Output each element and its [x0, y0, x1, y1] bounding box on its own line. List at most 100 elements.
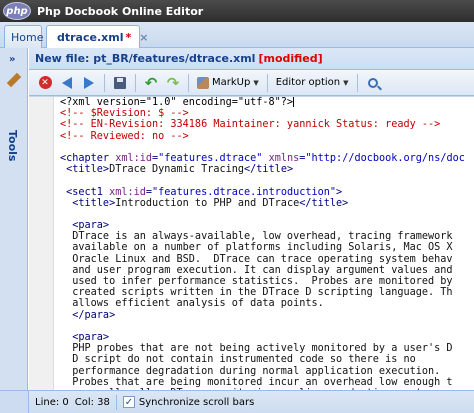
modified-status: [modified]	[258, 52, 323, 65]
code-token: </title>	[299, 197, 349, 209]
tab-dtrace-label: dtrace.xml	[57, 30, 124, 44]
code-token: </para>	[60, 309, 116, 321]
code-line: <title>Introduction to PHP and DTrace</t…	[60, 198, 474, 209]
toolbar-separator	[266, 73, 268, 92]
magnifier-icon	[367, 77, 378, 88]
window-titlebar: php Php Docbook Online Editor	[0, 0, 474, 22]
code-token: <title>	[60, 197, 116, 209]
toolbar-separator	[356, 73, 358, 92]
tools-sidebar: » Tools	[0, 48, 28, 390]
file-header: New file: pt_BR/features/dtrace.xml [mod…	[29, 48, 474, 70]
sync-scroll-label: Synchronize scroll bars	[138, 396, 255, 408]
code-token: <chapter	[60, 152, 116, 164]
text-cursor	[293, 97, 295, 107]
code-token: created scripts written in the DTrace D …	[60, 287, 453, 299]
window-title: Php Docbook Online Editor	[37, 4, 204, 18]
code-token: DTrace is an always-available, low overh…	[60, 231, 453, 243]
modified-mark: *	[125, 30, 132, 44]
markup-menu-button[interactable]: MarkUp ▼	[194, 73, 262, 93]
markup-icon	[197, 76, 209, 89]
code-line: <title>DTrace Dynamic Tracing</title>	[60, 164, 474, 175]
code-token: used to infer performance statistics. Pr…	[60, 276, 453, 287]
code-token: D script do not contain instrumented cod…	[60, 354, 416, 366]
code-token: PHP probes that are not being actively m…	[60, 343, 453, 355]
save-icon	[114, 76, 126, 89]
code-token: xmlns	[268, 152, 300, 164]
redo-icon: ↷	[166, 73, 180, 92]
code-token: <!-- $Revision: $ -->	[60, 108, 189, 120]
code-token: <sect1	[60, 186, 110, 198]
code-line: allows efficient analysis of data points…	[60, 298, 474, 309]
tab-bar: Home dtrace.xml * ×	[0, 22, 474, 48]
tools-label[interactable]: Tools	[6, 130, 19, 161]
line-indicator: Line: 0	[35, 396, 69, 408]
save-button[interactable]	[110, 73, 130, 93]
code-line: created scripts written in the DTrace D …	[60, 287, 474, 298]
code-line: <?xml version="1.0" encoding="utf-8"?>	[60, 97, 474, 108]
file-panel: New file: pt_BR/features/dtrace.xml [mod…	[29, 48, 474, 390]
code-line: DTrace is an always-available, low overh…	[60, 231, 474, 242]
toolbar-separator	[188, 73, 189, 92]
code-line: <!-- Reviewed: no -->	[60, 131, 474, 142]
undo-button[interactable]: ↶	[141, 73, 161, 93]
code-area[interactable]: <?xml version="1.0" encoding="utf-8"?> <!…	[60, 97, 474, 390]
undo-icon: ↶	[144, 73, 158, 92]
editor-option-label: Editor option	[275, 77, 341, 88]
code-token: "features.dtrace"	[158, 152, 263, 164]
code-token: performance degradation during normal ap…	[60, 365, 441, 377]
code-line: <!-- $Revision: $ -->	[60, 108, 474, 119]
forward-button[interactable]	[79, 73, 99, 93]
code-token: >	[336, 186, 343, 198]
code-token: Probes that are being monitored incur an…	[60, 376, 453, 388]
markup-label: MarkUp	[212, 77, 251, 88]
code-token: <para>	[60, 220, 110, 232]
code-line: D script do not contain instrumented cod…	[60, 354, 474, 365]
redo-button[interactable]: ↷	[163, 73, 183, 93]
code-line: <sect1 xml:id="features.dtrace.introduct…	[60, 187, 474, 198]
close-file-button[interactable]: ✕	[35, 73, 55, 93]
tab-close-icon[interactable]: ×	[139, 31, 148, 44]
code-line: <para>	[60, 332, 474, 343]
arrow-right-icon	[84, 76, 94, 89]
expand-sidebar-icon[interactable]: »	[9, 54, 15, 65]
code-line: and user program execution. It can displ…	[60, 265, 474, 276]
code-token: xml:id	[109, 186, 146, 198]
code-token: <para>	[60, 331, 110, 343]
code-token: <?xml version="1.0" encoding="utf-8"?>	[60, 97, 294, 108]
code-token: "http://docbook.org/ns/doc	[305, 152, 465, 164]
code-token: <title>	[60, 164, 110, 176]
code-line: </para>	[60, 310, 474, 321]
sync-scroll-checkbox[interactable]: ✓	[122, 396, 135, 408]
editor-gutter	[29, 97, 54, 390]
code-line: Probes that are being monitored incur an…	[60, 377, 474, 388]
code-editor[interactable]: <?xml version="1.0" encoding="utf-8"?> <!…	[29, 96, 474, 390]
code-token: Introduction to PHP and DTrace	[115, 197, 300, 209]
search-button[interactable]	[363, 73, 383, 93]
code-line: available on a number of platforms inclu…	[60, 242, 474, 253]
editor-option-menu-button[interactable]: Editor option ▼	[29, 73, 352, 108]
tab-dtrace-xml[interactable]: dtrace.xml * ×	[46, 25, 148, 48]
code-token: allows efficient analysis of data points…	[60, 298, 324, 310]
code-token: and user program execution. It can displ…	[60, 264, 453, 276]
code-token: Oracle Linux and BSD. DTrace can trace o…	[60, 253, 453, 265]
code-line: performance degradation during normal ap…	[60, 366, 474, 377]
dropdown-caret-icon: ▼	[343, 78, 349, 87]
back-button[interactable]	[57, 73, 77, 93]
pencil-icon	[48, 32, 58, 42]
code-line: <chapter xml:id="features.dtrace" xmlns=…	[60, 153, 474, 164]
toolbar-separator	[104, 73, 105, 92]
tab-home[interactable]: Home	[4, 25, 44, 48]
php-logo: php	[3, 2, 31, 20]
tools-icon	[6, 72, 22, 88]
file-path: New file: pt_BR/features/dtrace.xml	[35, 52, 256, 65]
dropdown-caret-icon: ▼	[253, 78, 259, 87]
tab-home-label: Home	[11, 30, 44, 44]
code-line: <para>	[60, 220, 474, 231]
code-line: used to infer performance statistics. Pr…	[60, 276, 474, 287]
code-token: <!-- Reviewed: no -->	[60, 130, 189, 142]
arrow-left-icon	[62, 76, 72, 89]
